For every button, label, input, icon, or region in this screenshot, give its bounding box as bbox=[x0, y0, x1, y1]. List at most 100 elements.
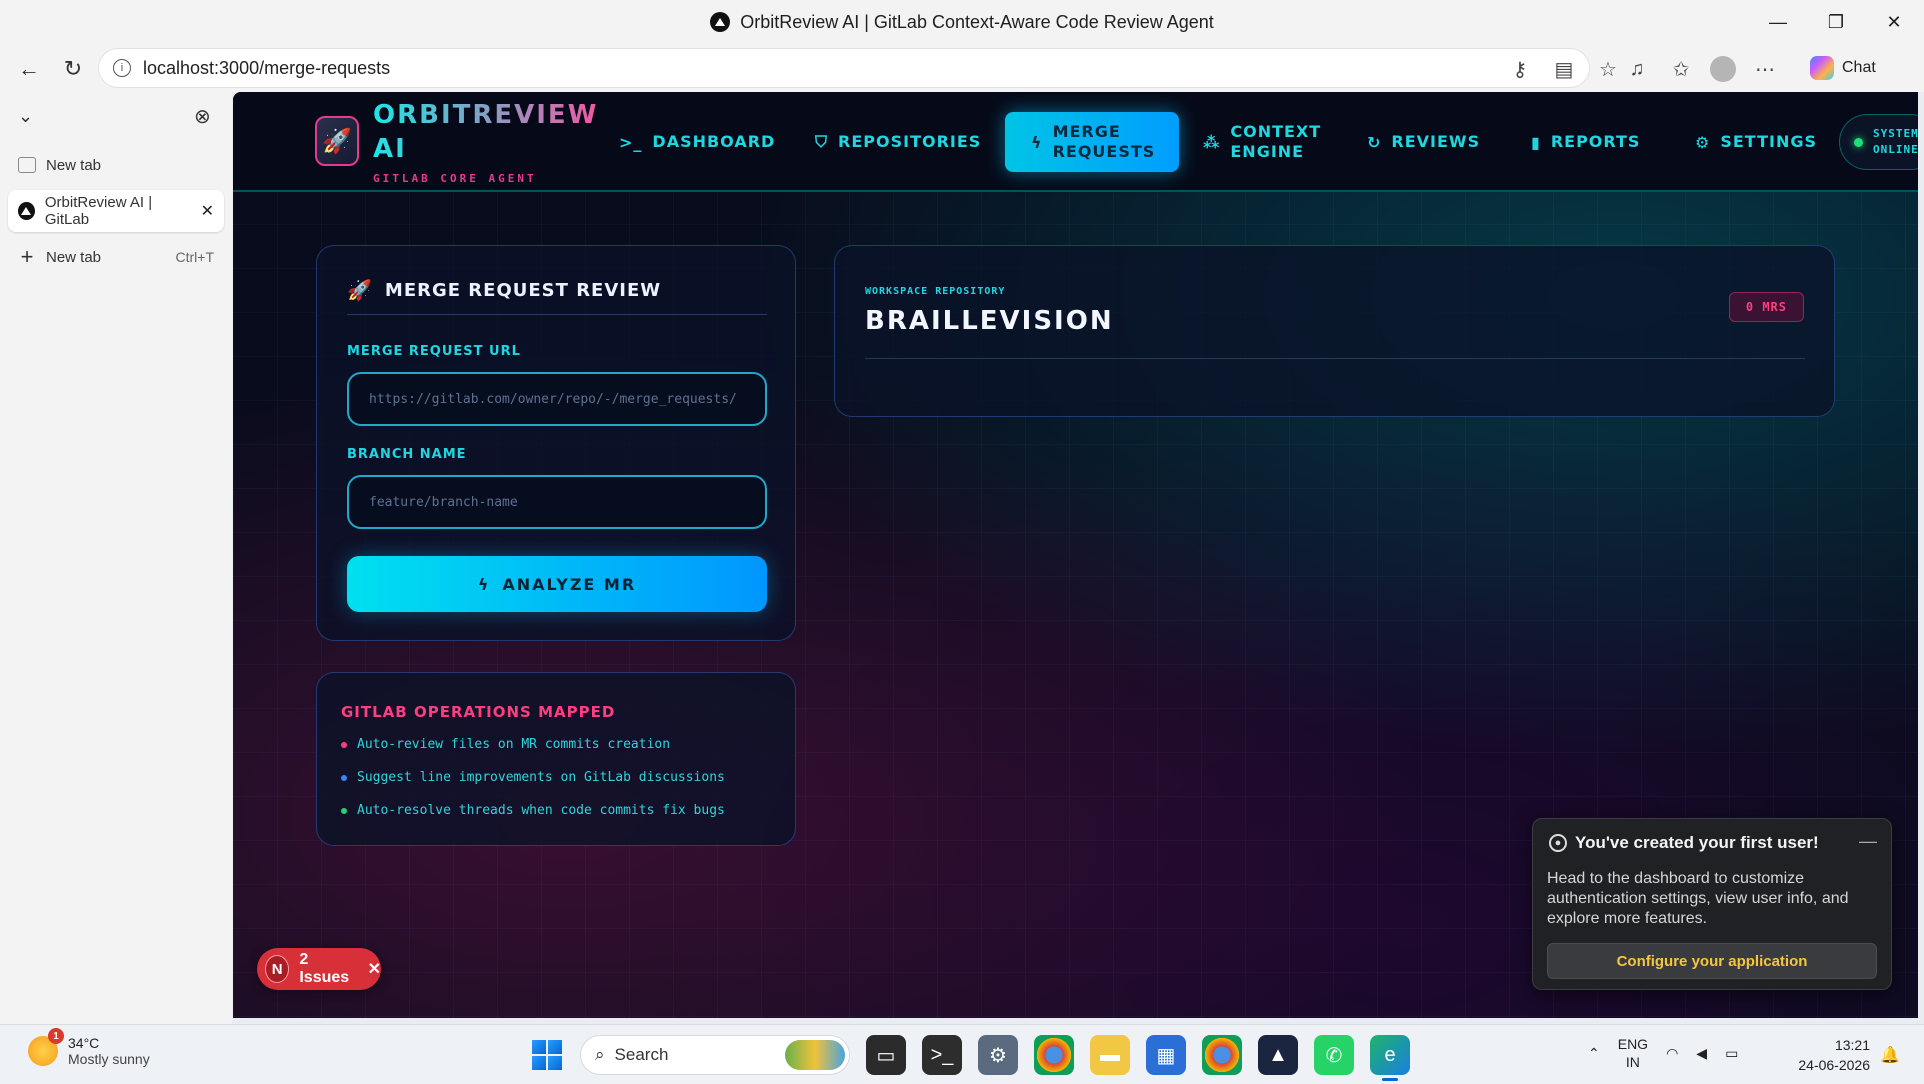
maximize-button[interactable]: ❐ bbox=[1808, 0, 1864, 44]
brand-tagline: GITLAB CORE AGENT bbox=[373, 172, 537, 185]
volume-icon[interactable]: ◀ bbox=[1696, 1045, 1707, 1062]
copilot-chat-button[interactable]: Chat bbox=[1800, 52, 1900, 84]
more-icon[interactable]: ⋯ bbox=[1750, 54, 1780, 84]
favorites-icon[interactable]: ✩ bbox=[1666, 54, 1696, 84]
taskbar-search[interactable]: ⌕ Search bbox=[580, 1035, 850, 1075]
system-status-pill: SYSTEM ONLINE bbox=[1839, 114, 1918, 170]
address-bar-actions: ⚷ ▤ ☆ bbox=[1505, 54, 1623, 84]
chrome-profile-icon[interactable] bbox=[1034, 1035, 1074, 1075]
url-text[interactable]: localhost:3000/merge-requests bbox=[143, 58, 390, 79]
search-highlight-image bbox=[785, 1040, 845, 1070]
task-view-icon[interactable]: ▭ bbox=[866, 1035, 906, 1075]
profile-avatar[interactable] bbox=[1710, 56, 1736, 82]
chevron-up-icon[interactable]: ⌃ bbox=[1588, 1045, 1600, 1062]
nav-settings[interactable]: ⚙ SETTINGS bbox=[1695, 112, 1817, 172]
file-explorer-icon[interactable]: ▬ bbox=[1090, 1035, 1130, 1075]
site-info-icon[interactable]: i bbox=[113, 59, 131, 77]
taskbar-apps: ▭ >_ ⚙ ▬ ▦ ▲ ✆ e bbox=[866, 1035, 1410, 1081]
workspace-repository-panel: WORKSPACE REPOSITORY BRAILLEVISION 0 MRS bbox=[834, 245, 1835, 417]
panel-title: 🚀 MERGE REQUEST REVIEW bbox=[347, 278, 662, 302]
bolt-icon: ϟ bbox=[1031, 132, 1043, 152]
key-icon[interactable]: ⚷ bbox=[1505, 54, 1535, 84]
nav-merge-requests[interactable]: ϟ MERGE REQUESTS bbox=[1005, 112, 1179, 172]
branch-name-field[interactable] bbox=[347, 475, 767, 529]
branch-name-label: BRANCH NAME bbox=[347, 447, 467, 462]
collapse-tabs-chevron-icon[interactable]: ⌄ bbox=[18, 106, 33, 127]
mr-url-label: MERGE REQUEST URL bbox=[347, 344, 521, 359]
address-bar[interactable]: i localhost:3000/merge-requests bbox=[98, 48, 1590, 88]
bolt-icon: ϟ bbox=[477, 574, 491, 594]
divider bbox=[347, 314, 767, 315]
close-tab-icon[interactable]: ✕ bbox=[201, 201, 214, 221]
repository-name: BRAILLEVISION bbox=[865, 306, 1114, 336]
status-dot-icon bbox=[1854, 137, 1863, 147]
operation-item: Auto-review files on MR commits creation bbox=[341, 737, 670, 752]
favorite-star-icon[interactable]: ☆ bbox=[1593, 54, 1623, 84]
tab-orbitreview[interactable]: OrbitReview AI | GitLab ✕ bbox=[8, 190, 224, 232]
nav-reports[interactable]: ▮ REPORTS bbox=[1531, 112, 1640, 172]
workspace-label: WORKSPACE REPOSITORY bbox=[865, 286, 1006, 297]
settings-app-icon[interactable]: ⚙ bbox=[978, 1035, 1018, 1075]
status-line-2: ONLINE bbox=[1873, 143, 1918, 156]
tab-label: New tab bbox=[46, 248, 102, 266]
antigravity-icon[interactable]: ▲ bbox=[1258, 1035, 1298, 1075]
minimize-button[interactable]: — bbox=[1750, 0, 1806, 44]
terminal-icon: >_ bbox=[619, 132, 643, 152]
issues-count[interactable]: 2 Issues bbox=[299, 951, 353, 987]
system-tray: ⌃ ENG IN ◠ ◀ ▭ bbox=[1588, 1035, 1738, 1071]
weather-widget[interactable]: 1 34°C Mostly sunny bbox=[28, 1028, 150, 1067]
sun-icon: 1 bbox=[28, 1028, 64, 1066]
bullet-icon bbox=[341, 807, 347, 814]
app-viewport: 🚀 ORBITREVIEW AI GITLAB CORE AGENT >_ DA… bbox=[233, 92, 1918, 1018]
terminal-app-icon[interactable]: >_ bbox=[922, 1035, 962, 1075]
clock[interactable]: 13:21 24-06-2026 bbox=[1790, 1035, 1870, 1075]
notification-bell-icon[interactable]: 🔔 bbox=[1880, 1045, 1900, 1065]
store-icon[interactable]: ▦ bbox=[1146, 1035, 1186, 1075]
nav-reviews[interactable]: ↻ REVIEWS bbox=[1367, 112, 1480, 172]
language-indicator[interactable]: ENG IN bbox=[1618, 1035, 1648, 1071]
operations-title: GITLAB OPERATIONS MAPPED bbox=[341, 703, 616, 721]
branch-name-input[interactable] bbox=[369, 494, 745, 510]
configure-application-button[interactable]: Configure your application bbox=[1547, 943, 1877, 979]
nav-dashboard[interactable]: >_ DASHBOARD bbox=[619, 112, 775, 172]
toolbar-icons: ♫ ✩ ⋯ bbox=[1622, 54, 1780, 84]
rocket-icon: 🚀 bbox=[347, 278, 373, 302]
divider bbox=[865, 358, 1805, 359]
minimize-toast-icon[interactable]: — bbox=[1859, 831, 1877, 852]
refresh-icon: ↻ bbox=[1367, 132, 1382, 152]
bar-chart-icon: ▮ bbox=[1531, 132, 1541, 152]
reader-icon[interactable]: ▤ bbox=[1549, 54, 1579, 84]
back-button[interactable]: ← bbox=[12, 52, 46, 86]
date: 24-06-2026 bbox=[1798, 1057, 1870, 1073]
brand-name[interactable]: ORBITREVIEW AI bbox=[373, 98, 613, 166]
wifi-icon[interactable]: ◠ bbox=[1666, 1045, 1678, 1062]
mr-url-field[interactable] bbox=[347, 372, 767, 426]
media-icon[interactable]: ♫ bbox=[1622, 54, 1652, 84]
unpin-sidebar-icon[interactable]: ⊗ bbox=[194, 104, 211, 129]
new-tab-button[interactable]: + New tab Ctrl+T bbox=[8, 236, 224, 278]
gitlab-operations-panel: GITLAB OPERATIONS MAPPED Auto-review fil… bbox=[316, 672, 796, 846]
tab-label: New tab bbox=[46, 156, 102, 174]
shield-icon: ⛉ bbox=[815, 132, 829, 151]
tab-new-tab[interactable]: New tab bbox=[8, 144, 224, 186]
new-tab-icon bbox=[18, 157, 36, 173]
start-button[interactable] bbox=[532, 1040, 562, 1070]
mr-url-input[interactable] bbox=[369, 391, 745, 407]
edge-icon[interactable]: e bbox=[1370, 1035, 1410, 1081]
dev-issues-badge[interactable]: N 2 Issues ✕ bbox=[257, 948, 381, 990]
vertical-tabs-sidebar: ⌄ ⊗ New tab OrbitReview AI | GitLab ✕ + … bbox=[0, 92, 232, 1024]
nav-repositories[interactable]: ⛉ REPOSITORIES bbox=[815, 112, 981, 172]
operation-item: Auto-resolve threads when code commits f… bbox=[341, 803, 725, 818]
analyze-mr-button[interactable]: ϟ ANALYZE MR bbox=[347, 556, 767, 612]
rocket-logo-icon[interactable]: 🚀 bbox=[315, 116, 359, 166]
close-window-button[interactable]: ✕ bbox=[1866, 0, 1922, 44]
chrome-icon[interactable] bbox=[1202, 1035, 1242, 1075]
notification-badge: 1 bbox=[48, 1028, 64, 1044]
battery-icon[interactable]: ▭ bbox=[1725, 1045, 1738, 1062]
whatsapp-icon[interactable]: ✆ bbox=[1314, 1035, 1354, 1075]
site-favicon-icon bbox=[18, 202, 35, 220]
nav-context-engine[interactable]: ⁂ CONTEXT ENGINE bbox=[1203, 112, 1330, 172]
close-icon[interactable]: ✕ bbox=[368, 959, 381, 979]
search-label: Search bbox=[614, 1045, 669, 1064]
reload-button[interactable]: ↻ bbox=[56, 52, 90, 86]
